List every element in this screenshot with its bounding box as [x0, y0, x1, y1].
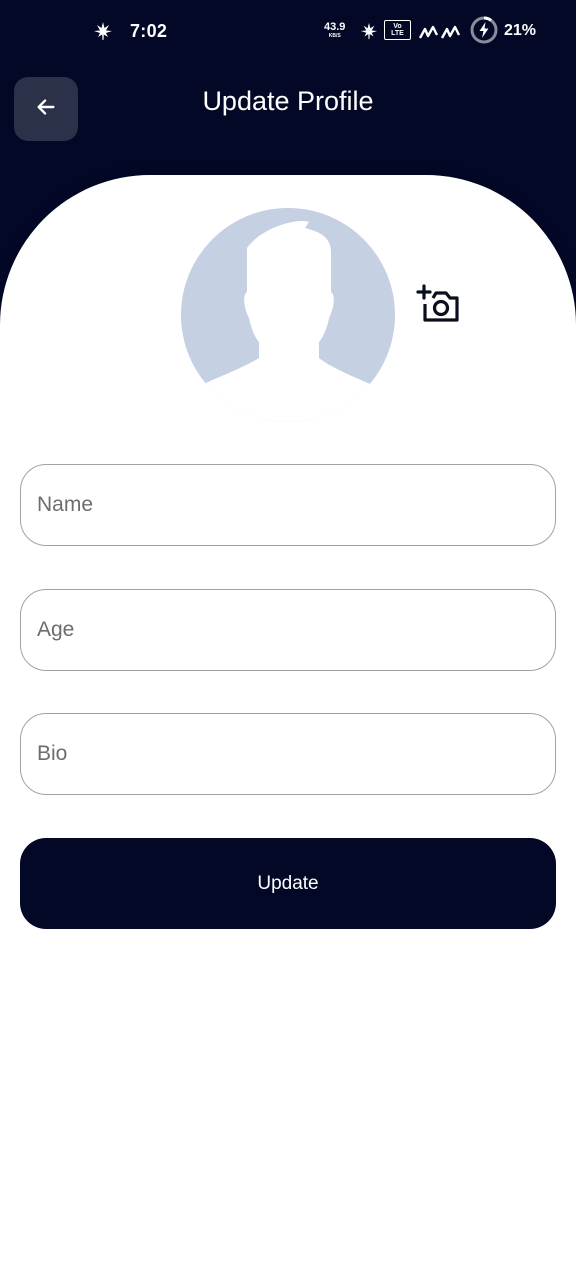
volte-top-label: Vo	[393, 23, 402, 30]
update-button[interactable]: Update	[20, 838, 556, 929]
cannabis-leaf-icon	[93, 19, 113, 43]
name-input[interactable]	[37, 493, 555, 517]
battery-charging-icon	[469, 15, 499, 45]
bio-input[interactable]	[37, 742, 555, 766]
name-field[interactable]	[20, 464, 556, 546]
volte-bottom-label: LTE	[391, 30, 404, 37]
signal-icon	[418, 20, 462, 44]
network-speed-unit: KB/S	[328, 33, 341, 39]
age-field[interactable]	[20, 589, 556, 671]
bio-field[interactable]	[20, 713, 556, 795]
battery-percent: 21%	[504, 22, 537, 39]
network-speed-value: 43.9	[324, 21, 346, 33]
status-bar: 7:02 43.9 KB/S Vo LTE 21%	[0, 0, 576, 62]
volte-icon: Vo LTE	[384, 20, 411, 40]
network-speed: 43.9 KB/S	[324, 22, 345, 46]
status-time: 7:02	[130, 20, 168, 41]
default-avatar-silhouette	[181, 221, 395, 422]
age-input[interactable]	[37, 618, 555, 642]
cannabis-leaf-icon	[360, 19, 378, 43]
add-a-photo-icon	[416, 283, 460, 330]
change-photo-button[interactable]	[414, 283, 462, 329]
avatar[interactable]	[181, 208, 395, 422]
page-title: Update Profile	[202, 86, 374, 116]
